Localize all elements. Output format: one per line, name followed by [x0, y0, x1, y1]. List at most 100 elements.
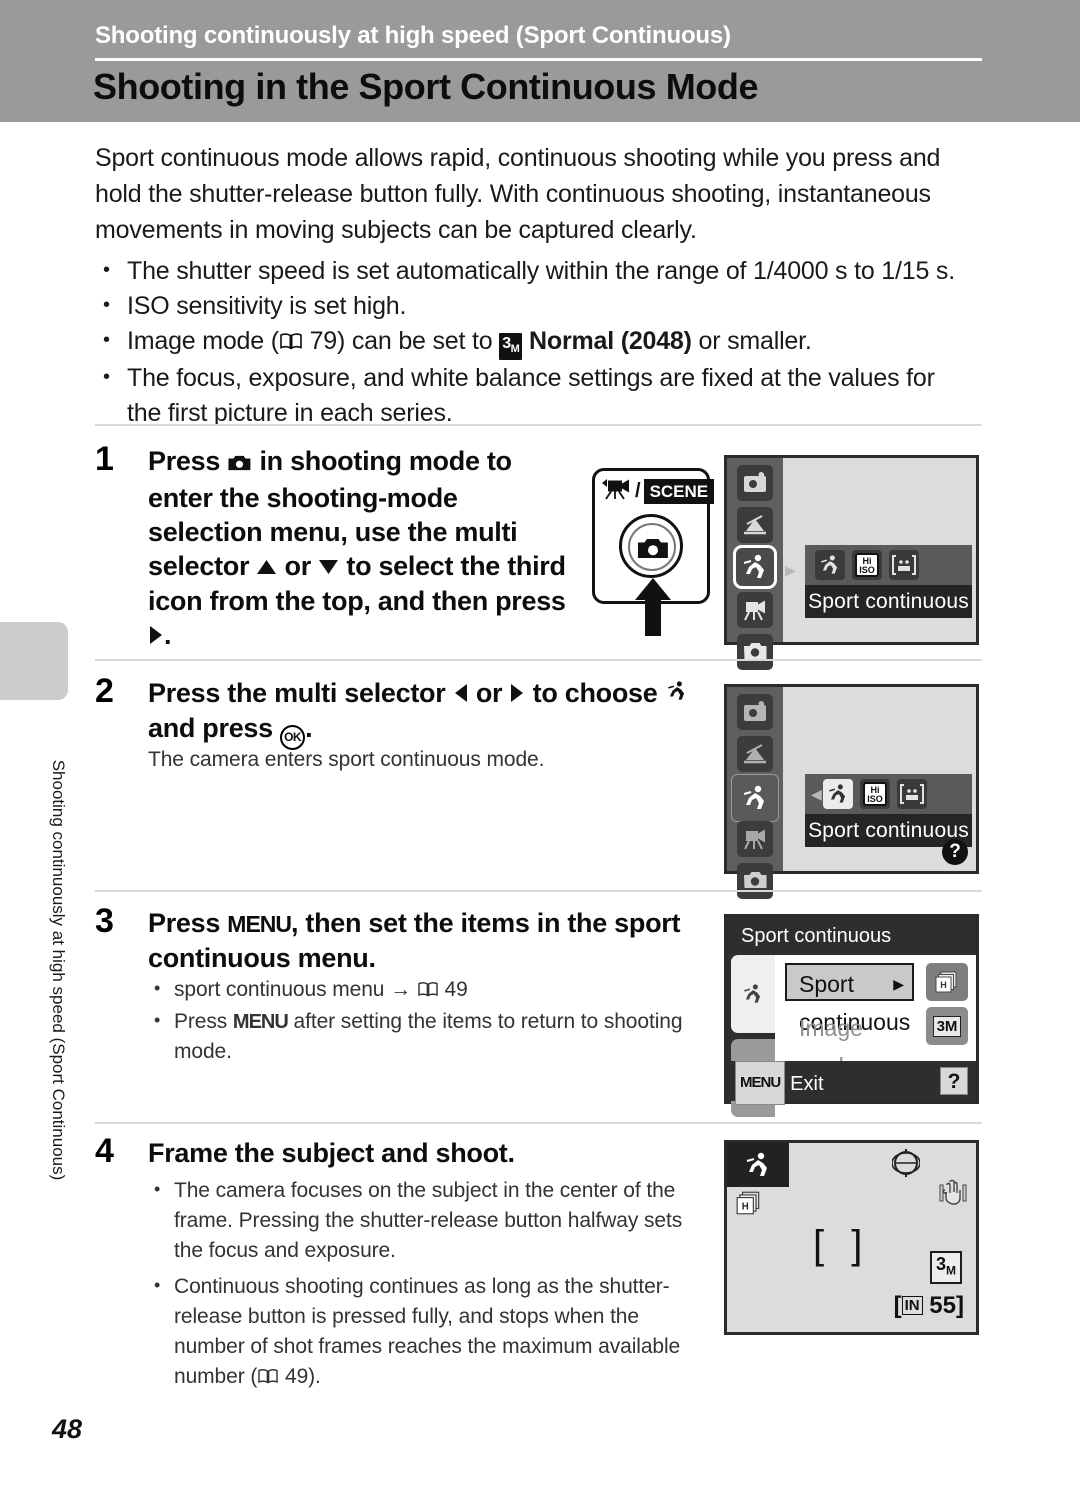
bullet-text: The focus, exposure, and white balance s…	[127, 364, 935, 427]
step-number: 2	[95, 672, 114, 710]
list-item: Image mode ( 79) can be set to 3M Normal…	[95, 323, 965, 361]
bullet-text: Continuous shooting continues as long as…	[174, 1275, 681, 1388]
book-reference-icon	[257, 1364, 279, 1394]
book-reference-icon	[417, 977, 439, 1007]
scene-icon[interactable]	[737, 507, 773, 543]
triangle-right-icon	[509, 677, 525, 711]
list-item: ISO sensitivity is set high.	[95, 288, 965, 324]
scene-icon[interactable]	[737, 736, 773, 772]
page-reference: 49	[284, 1365, 309, 1388]
chevron-right-icon: ▶	[785, 562, 796, 578]
multi-shot-icon: H	[926, 963, 968, 1001]
step-divider	[95, 424, 982, 426]
menu-tab-column	[727, 955, 775, 1117]
movie-icon[interactable]	[737, 821, 773, 857]
screen-sport-continuous-menu[interactable]: Sport continuous Sport continuous ▶ Imag…	[724, 914, 979, 1117]
bullet-text-before: Image mode (	[127, 327, 279, 355]
chevron-left-icon: ◀	[811, 786, 822, 802]
page-reference: 49	[444, 978, 468, 1001]
sport-continuous-icon[interactable]	[815, 550, 845, 580]
shots-remaining-value: 55	[929, 1292, 956, 1319]
screen-shooting-mode-selection[interactable]: ▶ Hi ISO Sport continuous	[724, 455, 979, 670]
scene-mode-label: / SCENE	[602, 478, 715, 505]
triangle-down-icon	[318, 550, 339, 584]
menu-item-image-mode[interactable]: Image mode	[785, 1007, 914, 1079]
step-divider	[95, 659, 982, 661]
step-bullets: sport continuous menu → 49 Press MENU af…	[148, 973, 708, 1067]
list-item: The shutter speed is set automatically w…	[95, 253, 965, 289]
section-tab-label: Shooting continuously at high speed (Spo…	[49, 759, 68, 1181]
camera-mode-button-icon	[227, 447, 252, 481]
menu-item-sport-continuous[interactable]: Sport continuous ▶	[785, 963, 914, 1035]
vibration-reduction-icon	[938, 1179, 968, 1212]
step-number: 4	[95, 1132, 114, 1170]
memory-label: IN	[901, 1296, 923, 1315]
step-heading: Press in shooting mode to enter the shoo…	[148, 444, 568, 653]
menu-title: Sport continuous	[727, 917, 976, 955]
chevron-right-icon: ▶	[893, 976, 904, 992]
movie-icon[interactable]	[737, 592, 773, 628]
bullet-text-mid: ) can be set to	[337, 327, 500, 355]
page-number: 48	[52, 1414, 83, 1444]
camera-button-diagram: / SCENE	[592, 468, 722, 636]
tab-sport-continuous[interactable]	[731, 955, 775, 1033]
menu-button-icon: MENU	[232, 1011, 289, 1033]
auto-mode-icon[interactable]	[737, 634, 773, 670]
intro-paragraph: Sport continuous mode allows rapid, cont…	[95, 144, 941, 244]
camera-mode-button-icon	[636, 535, 670, 567]
book-reference-icon	[279, 326, 303, 361]
high-iso-icon[interactable]: Hi ISO	[860, 779, 890, 809]
list-item: sport continuous menu → 49	[148, 973, 708, 1007]
list-item: The focus, exposure, and white balance s…	[95, 360, 965, 431]
auto-portrait-icon[interactable]	[737, 465, 773, 501]
bullet-text: ).	[308, 1365, 321, 1388]
sidebar-item-sport-continuous[interactable]	[731, 774, 779, 822]
step-text-part: Press	[148, 446, 228, 476]
mode-rail	[727, 687, 783, 899]
image-mode-3m-icon: 3M	[499, 333, 523, 361]
screen-live-view[interactable]: H [ ] 3M [IN 55]	[724, 1140, 979, 1335]
triangle-left-icon	[453, 677, 469, 711]
auto-mode-icon[interactable]	[737, 863, 773, 899]
manual-page: Shooting continuously at high speed (Spo…	[0, 0, 1080, 1486]
movie-camera-icon	[602, 478, 632, 505]
help-icon[interactable]: ?	[940, 1067, 968, 1095]
smile-icon[interactable]	[889, 550, 919, 580]
intro-section: Sport continuous mode allows rapid, cont…	[95, 140, 965, 431]
step-heading: Press the multi selector or to choose an…	[148, 676, 708, 750]
menu-button-icon: MENU	[227, 911, 292, 937]
mode-dial-ring	[619, 514, 683, 578]
bullet-text: ISO sensitivity is set high.	[127, 292, 407, 320]
menu-footer: MENU Exit ?	[727, 1061, 976, 1105]
intro-bullet-list: The shutter speed is set automatically w…	[95, 253, 965, 431]
header-kicker: Shooting continuously at high speed (Spo…	[95, 22, 731, 49]
page-header: Shooting continuously at high speed (Spo…	[0, 0, 1080, 122]
step-divider	[95, 1122, 982, 1124]
sidebar-item-sport-continuous[interactable]	[733, 545, 777, 589]
step-heading: Frame the subject and shoot.	[148, 1138, 515, 1168]
triangle-up-icon	[256, 550, 277, 584]
high-iso-icon[interactable]: Hi ISO	[852, 550, 882, 580]
header-divider	[95, 58, 982, 61]
bullet-text: The camera focuses on the subject in the…	[174, 1179, 683, 1262]
step-text-part: .	[164, 620, 172, 650]
arrow-right-glyph: →	[390, 978, 412, 1001]
list-item: Continuous shooting continues as long as…	[148, 1270, 710, 1394]
page-title: Shooting in the Sport Continuous Mode	[93, 66, 759, 107]
auto-portrait-icon[interactable]	[737, 694, 773, 730]
smile-icon[interactable]	[897, 779, 927, 809]
mode-options-strip: ◀ Hi ISO	[805, 774, 972, 814]
date-imprint-icon	[891, 1149, 921, 1182]
svg-text:H: H	[742, 1201, 749, 1212]
bullet-text: sport continuous menu	[174, 978, 391, 1001]
exit-label: Exit	[790, 1073, 824, 1095]
triangle-right-icon	[148, 619, 164, 653]
sport-continuous-icon[interactable]	[823, 779, 853, 809]
menu-button-icon: MENU	[735, 1061, 786, 1105]
mode-rail	[727, 458, 783, 670]
page-reference: 79	[309, 327, 338, 355]
help-icon[interactable]: ?	[942, 839, 968, 865]
svg-text:H: H	[940, 980, 947, 990]
screen-sport-continuous-selection[interactable]: ◀ Hi ISO Sport continuous ?	[724, 684, 979, 899]
step-text-part: or	[277, 551, 319, 581]
